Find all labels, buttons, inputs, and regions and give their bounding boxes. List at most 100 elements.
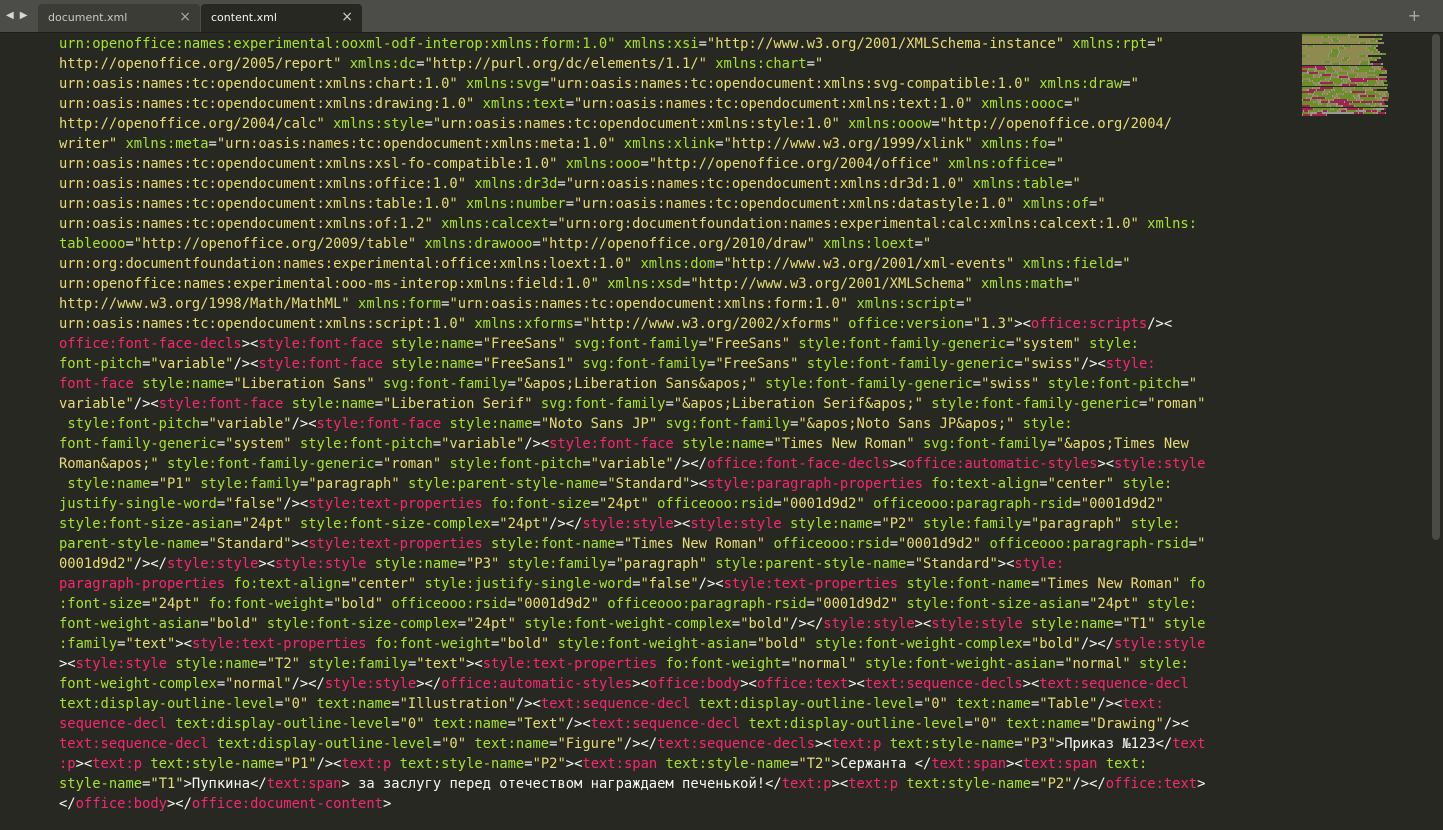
code-token: "FreeSans" xyxy=(707,336,791,352)
code-line[interactable]: urn:openoffice:names:experimental:ooxml-… xyxy=(59,34,1164,54)
code-token: style-name xyxy=(59,776,143,792)
code-line[interactable]: :family = "text"><style:text-properties fo… xyxy=(59,634,1205,654)
code-token: "system" xyxy=(225,436,292,452)
code-token: = xyxy=(341,576,350,592)
code-token: >< xyxy=(814,736,832,752)
code-token: :font-size xyxy=(59,596,143,612)
code-token: style:style xyxy=(324,676,417,692)
tab-content-xml[interactable]: content.xml × xyxy=(201,4,362,32)
code-token: "0" xyxy=(399,716,425,732)
code-line[interactable]: http://www.w3.org/1998/Math/MathML" xmln… xyxy=(59,294,973,314)
code-line[interactable]: font-pitch="variable"/><style:font-face … xyxy=(59,354,1156,374)
code-line[interactable]: urn:oasis:names:tc:opendocument:xmlns:xs… xyxy=(59,154,1064,174)
code-token: http://openoffice.org/2004/calc" xyxy=(59,116,325,132)
code-token: style:text-properties xyxy=(308,496,483,512)
code-line[interactable]: style:font-size-asian="24pt" style:font-… xyxy=(59,514,1181,534)
code-line[interactable]: urn:oasis:names:tc:opendocument:xmlns:of… xyxy=(59,174,1081,194)
code-line[interactable]: style-name="T1">Пупкина</text:span> за з… xyxy=(59,774,1205,794)
code-line[interactable]: urn:oasis:names:tc:opendocument:xmlns:dr… xyxy=(59,94,1081,114)
code-line[interactable]: urn:oasis:names:tc:opendocument:xmlns:ch… xyxy=(59,74,1139,94)
code-token: = xyxy=(200,616,209,632)
code-line[interactable]: http://openoffice.org/2005/report" xmlns… xyxy=(59,54,823,74)
code-line[interactable]: font-family-generic="system" style:font-… xyxy=(59,434,1189,454)
code-line[interactable]: Roman&apos;" style:font-family-generic="… xyxy=(59,454,1205,474)
code-token: font-family-generic xyxy=(59,436,217,452)
new-tab-icon[interactable]: + xyxy=(1408,6,1421,25)
scrollbar[interactable] xyxy=(1432,34,1440,540)
code-line[interactable]: text:sequence-decl text:display-outline-… xyxy=(59,734,1205,754)
code-line[interactable]: :p><text:p text:style-name="P1"/><text:p… xyxy=(59,754,1147,774)
tab-back-icon[interactable]: ◀ xyxy=(6,9,14,23)
code-token: style:font-pitch xyxy=(449,456,583,472)
code-line[interactable]: office:font-face-decls><style:font-face … xyxy=(59,334,1139,354)
code-editor[interactable]: urn:openoffice:names:experimental:ooxml-… xyxy=(0,33,1300,830)
code-token: office:document-content xyxy=(191,796,383,812)
code-line[interactable]: urn:oasis:names:tc:opendocument:xmlns:of… xyxy=(59,214,1197,234)
code-token: style:style xyxy=(75,656,167,672)
code-token: justify-single-word xyxy=(59,496,217,512)
code-token: /></ xyxy=(291,676,325,692)
code-token: >< xyxy=(673,516,691,532)
code-line[interactable]: sequence-decl text:display-outline-level… xyxy=(59,714,1189,734)
minimap[interactable] xyxy=(1302,34,1428,118)
code-token: style:parent-style-name xyxy=(715,556,907,572)
code-token: >< xyxy=(466,656,483,672)
code-token: xmlns:of xyxy=(1022,196,1090,212)
code-token: "Noto Sans JP" xyxy=(540,416,658,432)
minimap-segment xyxy=(1312,113,1326,116)
code-line[interactable]: :font-size="24pt" fo:font-weight="bold" … xyxy=(59,594,1197,614)
tab-document-xml[interactable]: document.xml × xyxy=(38,4,200,32)
code-token: "center" xyxy=(349,576,417,592)
code-token: = xyxy=(200,536,209,552)
code-line[interactable]: urn:org:documentfoundation:names:experim… xyxy=(59,254,1131,274)
code-line[interactable]: justify-single-word="false"/><style:text… xyxy=(59,494,1164,514)
code-line[interactable]: </office:body></office:document-content> xyxy=(59,794,391,814)
code-token: text:display-outline-level xyxy=(698,696,915,712)
code-token: font-face xyxy=(59,376,134,392)
close-icon[interactable]: × xyxy=(179,9,191,25)
code-token: "normal" xyxy=(225,676,292,692)
code-token: = xyxy=(233,516,242,532)
code-line[interactable]: urn:oasis:names:tc:opendocument:xmlns:sc… xyxy=(59,314,1172,334)
code-token: "http://openoffice.org/2009/table" xyxy=(133,236,417,252)
code-token: = xyxy=(1147,36,1156,52)
code-line[interactable]: style:font-pitch="variable"/><style:font… xyxy=(59,414,1072,434)
code-line[interactable]: variable"/><style:font-face style:name="… xyxy=(59,394,1205,414)
code-line[interactable]: parent-style-name="Standard"><style:text… xyxy=(59,534,1205,554)
code-line[interactable]: style:name="P1" style:family="paragraph"… xyxy=(59,474,1172,494)
code-line[interactable]: font-face style:name = "Liberation Sans" s… xyxy=(59,374,1197,394)
code-line[interactable]: tableooo="http://openoffice.org/2009/tab… xyxy=(59,234,931,254)
code-line[interactable]: font-weight-complex="normal"/></style:st… xyxy=(59,674,1189,694)
code-token: style:font-weight-complex xyxy=(524,616,732,632)
code-token: = xyxy=(972,376,982,392)
close-icon[interactable]: × xyxy=(341,9,353,25)
code-token: = xyxy=(125,236,134,252)
code-token: text:span xyxy=(266,776,342,792)
code-line[interactable]: paragraph-properties fo:text-align="cent… xyxy=(59,574,1205,594)
code-token: = xyxy=(532,236,541,252)
code-token: "P2" xyxy=(881,516,915,532)
code-line[interactable]: urn:openoffice:names:experimental:ooo-ms… xyxy=(59,274,1081,294)
code-line[interactable]: font-weight-asian="bold" style:font-size… xyxy=(59,614,1205,634)
code-line[interactable]: urn:oasis:names:tc:opendocument:xmlns:ta… xyxy=(59,194,1106,214)
code-token: ></ xyxy=(416,676,442,692)
code-line[interactable]: writer" xmlns:meta="urn:oasis:names:tc:o… xyxy=(59,134,1064,154)
code-line[interactable]: text:display-outline-level="0" text:name… xyxy=(59,694,1164,714)
code-line[interactable]: 0001d9d2"/></style:style><style:style st… xyxy=(59,554,1064,574)
minimap-segment xyxy=(1381,38,1382,41)
code-token: "bold" xyxy=(499,636,550,652)
code-token: urn:org:documentfoundation:names:experim… xyxy=(59,256,633,272)
tab-forward-icon[interactable]: ▶ xyxy=(20,9,28,23)
code-line[interactable]: http://openoffice.org/2004/calc" xmlns:s… xyxy=(59,114,1172,134)
code-line[interactable]: ><style:style style:name="T2" style:fami… xyxy=(59,654,1189,674)
code-token: />< xyxy=(565,716,591,732)
